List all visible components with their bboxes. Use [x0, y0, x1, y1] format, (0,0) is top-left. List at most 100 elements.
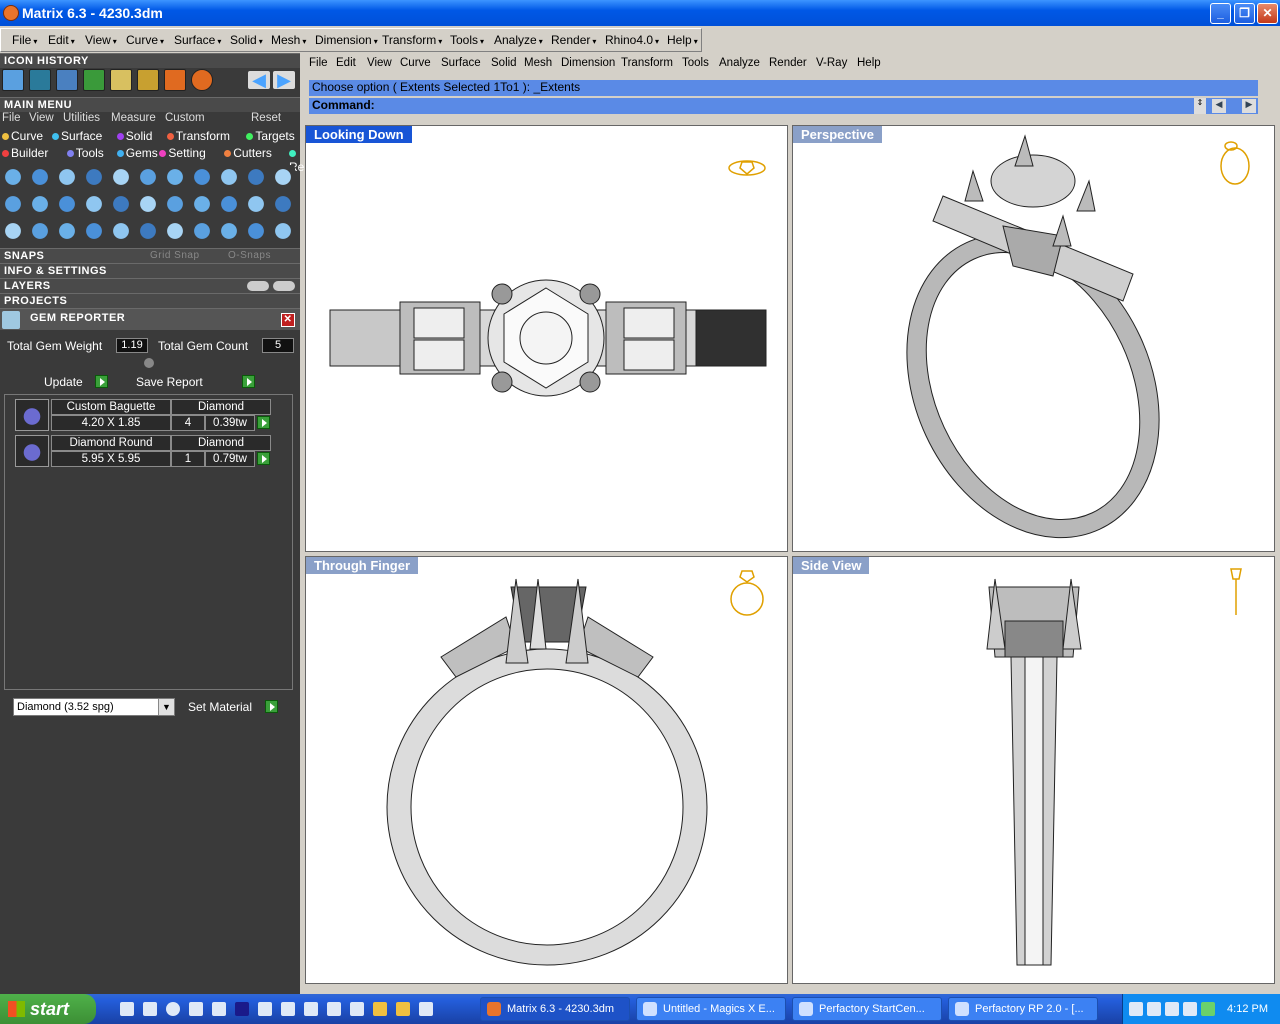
- task-matrix[interactable]: Matrix 6.3 - 4230.3dm: [480, 997, 630, 1021]
- gem-select-icon[interactable]: [257, 452, 270, 465]
- menu-curve[interactable]: Curve: [126, 33, 164, 47]
- menu-view[interactable]: View: [85, 33, 117, 47]
- layers-header[interactable]: LAYERS: [0, 278, 300, 293]
- tool-icon[interactable]: [217, 219, 241, 243]
- snaps-header[interactable]: SNAPS Grid Snap O-Snaps: [0, 248, 300, 263]
- start-button[interactable]: start: [0, 994, 96, 1024]
- volume-icon[interactable]: [1165, 1002, 1179, 1016]
- tool-icon[interactable]: [28, 219, 52, 243]
- target-icon[interactable]: [191, 69, 213, 91]
- viewports-icon[interactable]: [56, 69, 78, 91]
- tool-icon[interactable]: [136, 192, 160, 216]
- rhino-menu-view[interactable]: View: [367, 57, 392, 69]
- category-setting[interactable]: Setting: [159, 146, 206, 160]
- gem-hex-icon[interactable]: [164, 69, 186, 91]
- viewport-looking-down[interactable]: Looking Down: [305, 125, 788, 552]
- category-solid[interactable]: Solid: [116, 129, 152, 143]
- update-button[interactable]: Update: [44, 375, 83, 389]
- tool-icon[interactable]: [109, 192, 133, 216]
- quicklaunch-icon[interactable]: [327, 1002, 341, 1016]
- quicklaunch-icon[interactable]: [281, 1002, 295, 1016]
- rhino-menu-surface[interactable]: Surface: [441, 57, 481, 69]
- tool-icon[interactable]: [271, 192, 295, 216]
- tool-icon[interactable]: [28, 192, 52, 216]
- tool-icon[interactable]: [163, 192, 187, 216]
- tool-icon[interactable]: [136, 165, 160, 189]
- tool-icon[interactable]: [163, 165, 187, 189]
- quicklaunch-icon[interactable]: [212, 1002, 226, 1016]
- gem-row[interactable]: Custom Baguette Diamond 4.20 X 1.85 4 0.…: [15, 399, 273, 431]
- next-icon[interactable]: ▶: [1242, 99, 1256, 113]
- viewport-through-finger[interactable]: Through Finger: [305, 556, 788, 984]
- info-settings-header[interactable]: INFO & SETTINGS: [0, 263, 300, 278]
- tool-icon[interactable]: [244, 219, 268, 243]
- category-gems[interactable]: Gems: [116, 146, 158, 160]
- quicklaunch-icon[interactable]: [258, 1002, 272, 1016]
- viewport-side-view[interactable]: Side View: [792, 556, 1275, 984]
- tray-icon[interactable]: [1147, 1002, 1161, 1016]
- rhino-menu-mesh[interactable]: Mesh: [524, 57, 552, 69]
- tool-icon[interactable]: [271, 165, 295, 189]
- gem-select-icon[interactable]: [257, 416, 270, 429]
- category-surface[interactable]: Surface: [52, 129, 102, 143]
- menu-rhino4[interactable]: Rhino4.0: [605, 33, 659, 47]
- menu-mesh[interactable]: Mesh: [271, 33, 306, 47]
- rhino-menu-dimension[interactable]: Dimension: [561, 57, 615, 69]
- quicklaunch-icon[interactable]: [143, 1002, 157, 1016]
- tool-icon[interactable]: [1, 192, 25, 216]
- tool-icon[interactable]: [244, 165, 268, 189]
- submenu-reset[interactable]: Reset: [251, 112, 281, 124]
- chevron-down-icon[interactable]: ▼: [158, 699, 174, 715]
- category-tools[interactable]: Tools: [66, 146, 104, 160]
- task-perfactory-start[interactable]: Perfactory StartCen...: [792, 997, 942, 1021]
- folder-icon[interactable]: [373, 1002, 387, 1016]
- rhino-menu-help[interactable]: Help: [857, 57, 881, 69]
- divider-knob-icon[interactable]: [144, 358, 154, 368]
- tool-icon[interactable]: [55, 165, 79, 189]
- category-curve[interactable]: Curve: [2, 129, 43, 143]
- set-material-button[interactable]: Set Material: [188, 700, 252, 714]
- layer-toggle-icon[interactable]: [247, 281, 269, 291]
- menu-solid[interactable]: Solid: [230, 33, 263, 47]
- category-transform[interactable]: Transform: [166, 129, 230, 143]
- tool-icon[interactable]: [217, 165, 241, 189]
- tray-icon[interactable]: [1183, 1002, 1197, 1016]
- set-material-go-icon[interactable]: [265, 700, 278, 713]
- render-sphere-icon[interactable]: [29, 69, 51, 91]
- eye-icon[interactable]: [273, 281, 295, 291]
- task-perfactory-rp[interactable]: Perfactory RP 2.0 - [...: [948, 997, 1098, 1021]
- prev-icon[interactable]: ◀: [1212, 99, 1226, 113]
- rhino-menu-render[interactable]: Render: [769, 57, 807, 69]
- rhino-menu-edit[interactable]: Edit: [336, 57, 356, 69]
- submenu-view[interactable]: View: [29, 112, 54, 124]
- rhino-menu-transform[interactable]: Transform: [621, 57, 673, 69]
- task-magics[interactable]: Untitled - Magics X E...: [636, 997, 786, 1021]
- submenu-custom[interactable]: Custom: [165, 112, 205, 124]
- rhino-menu-curve[interactable]: Curve: [400, 57, 431, 69]
- save-report-button[interactable]: Save Report: [136, 375, 203, 389]
- tool-icon[interactable]: [271, 219, 295, 243]
- curve-n-icon[interactable]: [110, 69, 132, 91]
- tool-icon[interactable]: [109, 219, 133, 243]
- history-tool-icon[interactable]: [2, 69, 24, 91]
- tool-icon[interactable]: [82, 192, 106, 216]
- tool-icon[interactable]: [190, 165, 214, 189]
- o-snaps-toggle[interactable]: O-Snaps: [228, 249, 271, 263]
- category-targets[interactable]: Targets: [246, 129, 295, 143]
- menu-help[interactable]: Help: [667, 33, 698, 47]
- tool-icon[interactable]: [1, 165, 25, 189]
- tool-icon[interactable]: [82, 165, 106, 189]
- tool-icon[interactable]: [82, 219, 106, 243]
- update-go-icon[interactable]: [95, 375, 108, 388]
- menu-edit[interactable]: Edit: [48, 33, 75, 47]
- rhino-menu-tools[interactable]: Tools: [682, 57, 709, 69]
- quicklaunch-icon[interactable]: [419, 1002, 433, 1016]
- tool-icon[interactable]: [55, 219, 79, 243]
- quicklaunch-icon[interactable]: [189, 1002, 203, 1016]
- menu-dimension[interactable]: Dimension: [315, 33, 378, 47]
- main-menu-header[interactable]: MAIN MENU: [0, 97, 300, 112]
- rhino-menu-solid[interactable]: Solid: [491, 57, 517, 69]
- tool-icon[interactable]: [83, 69, 105, 91]
- submenu-utilities[interactable]: Utilities: [63, 112, 100, 124]
- tool-icon[interactable]: [244, 192, 268, 216]
